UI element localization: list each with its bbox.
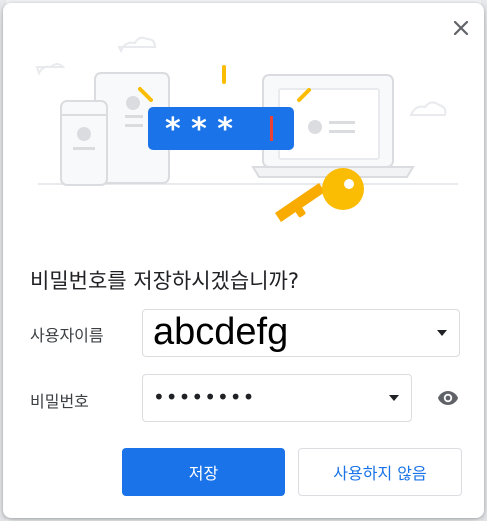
username-dropdown-arrow-icon[interactable]	[437, 330, 447, 336]
save-password-dialog: * * * 비밀번호를 저장하시겠습니까? 사용자이름 abcdefg 비밀번호…	[3, 3, 484, 518]
dialog-title: 비밀번호를 저장하시겠습니까?	[30, 269, 299, 293]
username-value: abcdefg	[153, 311, 289, 353]
reveal-password-button[interactable]	[436, 386, 460, 410]
username-field[interactable]: abcdefg	[142, 309, 460, 357]
username-label: 사용자이름	[30, 326, 104, 345]
save-button[interactable]: 저장	[122, 448, 285, 496]
password-dropdown-arrow-icon[interactable]	[389, 395, 399, 401]
password-illustration: * * *	[35, 36, 458, 222]
phone-icon	[60, 100, 108, 186]
password-value: ••••••••	[153, 385, 256, 409]
password-field[interactable]: ••••••••	[142, 374, 412, 422]
eye-icon	[438, 391, 458, 405]
masked-password-text: * * *	[165, 112, 233, 147]
never-button[interactable]: 사용하지 않음	[298, 448, 462, 496]
text-caret	[270, 116, 273, 141]
password-label: 비밀번호	[30, 392, 89, 411]
